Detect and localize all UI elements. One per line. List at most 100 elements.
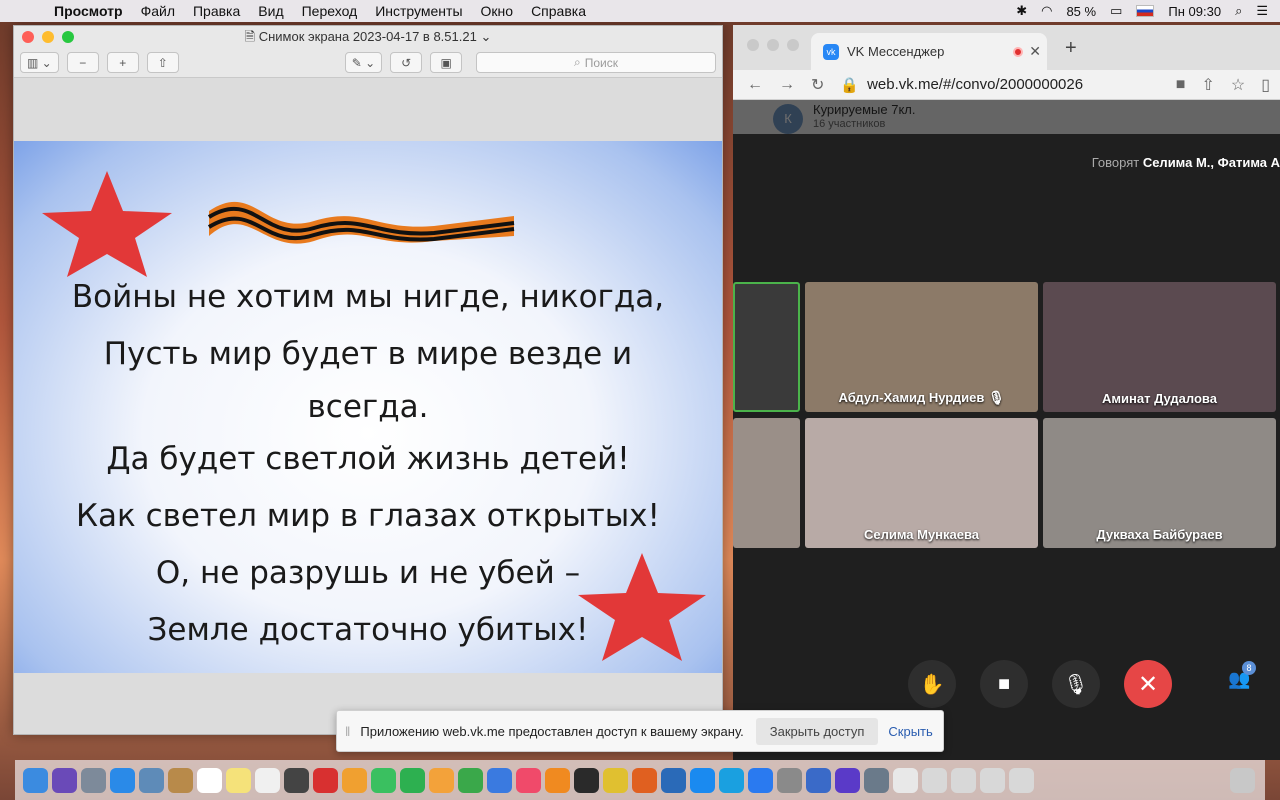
trash-icon[interactable] — [1230, 767, 1255, 793]
system-preferences-icon[interactable] — [777, 767, 802, 793]
reminders-icon[interactable] — [255, 767, 280, 793]
folder-icon[interactable] — [893, 767, 918, 793]
search-field[interactable]: ⌕ Поиск — [476, 52, 716, 73]
participant-tile-partial[interactable] — [733, 418, 800, 548]
menu-go[interactable]: Переход — [302, 3, 358, 19]
toolbox-button[interactable]: ▣ — [430, 52, 463, 73]
app-icon[interactable] — [864, 767, 889, 793]
menu-help[interactable]: Справка — [531, 3, 586, 19]
reload-icon[interactable]: ↻ — [811, 75, 824, 95]
raise-hand-button[interactable]: ✋ — [908, 660, 956, 708]
books-icon[interactable] — [545, 767, 570, 793]
photos-icon[interactable] — [342, 767, 367, 793]
browser-tab[interactable]: vk VK Мессенджер ✕ — [811, 33, 1047, 70]
participant-tile[interactable]: Абдул-Хамид Нурдиев 🎙 — [805, 282, 1038, 412]
back-icon[interactable]: ← — [747, 76, 763, 94]
participant-tile[interactable]: Дукваха Байбураев — [1043, 418, 1276, 548]
conversation-title[interactable]: Курируемые 7кл. — [813, 102, 915, 117]
window-title[interactable]: Снимок экрана 2023-04-17 в 8.51.21 — [259, 29, 477, 44]
close-window-button[interactable] — [747, 39, 759, 51]
chevron-down-icon[interactable]: ⌄ — [480, 29, 491, 44]
input-source-flag-icon[interactable] — [1136, 5, 1155, 17]
document-thumbnail-icon[interactable] — [980, 767, 1005, 793]
safari-icon[interactable] — [110, 767, 135, 793]
control-center-icon[interactable]: ☰ — [1256, 3, 1268, 19]
menu-edit[interactable]: Правка — [193, 3, 240, 19]
skype-icon[interactable] — [719, 767, 744, 793]
launchpad-icon[interactable] — [81, 767, 106, 793]
markup-button[interactable]: ✎ ⌄ — [344, 52, 383, 73]
firefox-icon[interactable] — [632, 767, 657, 793]
rotate-button[interactable]: ↺ — [390, 52, 423, 73]
siri-icon[interactable] — [52, 767, 77, 793]
chrome-icon[interactable] — [603, 767, 628, 793]
forward-icon[interactable]: → — [779, 76, 795, 94]
zoom-window-button[interactable] — [787, 39, 799, 51]
app-icon[interactable] — [661, 767, 686, 793]
remote-icon[interactable] — [313, 767, 338, 793]
camera-icon[interactable]: ■ — [1176, 76, 1186, 94]
notes-icon[interactable] — [226, 767, 251, 793]
minimize-window-button[interactable] — [42, 31, 54, 43]
battery-icon[interactable]: ▭ — [1110, 3, 1122, 19]
bluetooth-icon[interactable]: ✱ — [1016, 3, 1027, 19]
zoom-out-button[interactable]: − — [66, 52, 99, 73]
drag-handle-icon[interactable]: ‖ — [345, 724, 350, 739]
camera-toggle-button[interactable]: ■ — [980, 660, 1028, 708]
sidebar-toggle-button[interactable]: ▥ ⌄ — [20, 52, 59, 73]
app-store-icon[interactable] — [690, 767, 715, 793]
mic-muted-icon: 🎙 — [988, 390, 1005, 405]
url-field[interactable]: 🔒 web.vk.me/#/convo/2000000026 — [840, 76, 1159, 94]
menu-window[interactable]: Окно — [481, 3, 514, 19]
facetime-icon[interactable] — [400, 767, 425, 793]
spotlight-search-icon[interactable]: ⌕ — [1235, 3, 1242, 19]
close-window-button[interactable] — [22, 31, 34, 43]
photo-booth-icon[interactable] — [284, 767, 309, 793]
pages-icon[interactable] — [429, 767, 454, 793]
new-tab-icon[interactable]: + — [1065, 37, 1077, 60]
url-text: web.vk.me/#/convo/2000000026 — [867, 76, 1084, 93]
conversation-avatar[interactable]: К — [773, 104, 803, 134]
conversation-subtitle: 16 участников — [813, 118, 886, 130]
document-thumbnail-icon[interactable] — [922, 767, 947, 793]
app-icon[interactable] — [574, 767, 599, 793]
hide-banner-button[interactable]: Скрыть — [888, 724, 932, 739]
document-thumbnail-icon[interactable] — [1009, 767, 1034, 793]
finder-icon[interactable] — [23, 767, 48, 793]
speaking-indicator: Говорят Селима М., Фатима А — [1092, 155, 1280, 170]
music-icon[interactable] — [516, 767, 541, 793]
app-icon[interactable] — [806, 767, 831, 793]
participant-tile[interactable]: Селима Мункаева — [805, 418, 1038, 548]
microphone-toggle-button[interactable]: 🎙 — [1052, 660, 1100, 708]
preview-app-icon[interactable] — [139, 767, 164, 793]
participant-tile-self[interactable] — [733, 282, 800, 412]
menu-clock[interactable]: Пн 09:30 — [1168, 4, 1221, 19]
bookmark-star-icon[interactable]: ☆ — [1231, 75, 1245, 95]
minimize-window-button[interactable] — [767, 39, 779, 51]
document-thumbnail-icon[interactable] — [951, 767, 976, 793]
close-tab-icon[interactable]: ✕ — [1029, 43, 1041, 60]
zoom-in-button[interactable]: + — [106, 52, 139, 73]
participants-button[interactable]: 👥 8 — [1228, 661, 1256, 690]
share-icon[interactable]: ⇧ — [1201, 75, 1214, 95]
menu-file[interactable]: Файл — [141, 3, 175, 19]
menu-app-name[interactable]: Просмотр — [54, 3, 123, 19]
keynote-icon[interactable] — [487, 767, 512, 793]
calendar-icon[interactable] — [197, 767, 222, 793]
messages-icon[interactable] — [371, 767, 396, 793]
wifi-icon[interactable]: ◠ — [1041, 3, 1052, 19]
zoom-window-button[interactable] — [62, 31, 74, 43]
share-button[interactable]: ⇧ — [146, 52, 179, 73]
participant-tile[interactable]: Аминат Дудалова — [1043, 282, 1276, 412]
poem-line: Да будет светлой жизнь детей! — [106, 441, 630, 477]
menu-view[interactable]: Вид — [258, 3, 283, 19]
zoom-icon[interactable] — [748, 767, 773, 793]
menu-tools[interactable]: Инструменты — [375, 3, 462, 19]
end-call-button[interactable]: ✕ — [1124, 660, 1172, 708]
numbers-icon[interactable] — [458, 767, 483, 793]
app-icon[interactable] — [835, 767, 860, 793]
stop-sharing-button[interactable]: Закрыть доступ — [755, 717, 879, 745]
sidebar-icon[interactable]: ▯ — [1261, 75, 1270, 95]
speaking-names: Селима М., Фатима А — [1142, 155, 1280, 170]
contacts-icon[interactable] — [168, 767, 193, 793]
